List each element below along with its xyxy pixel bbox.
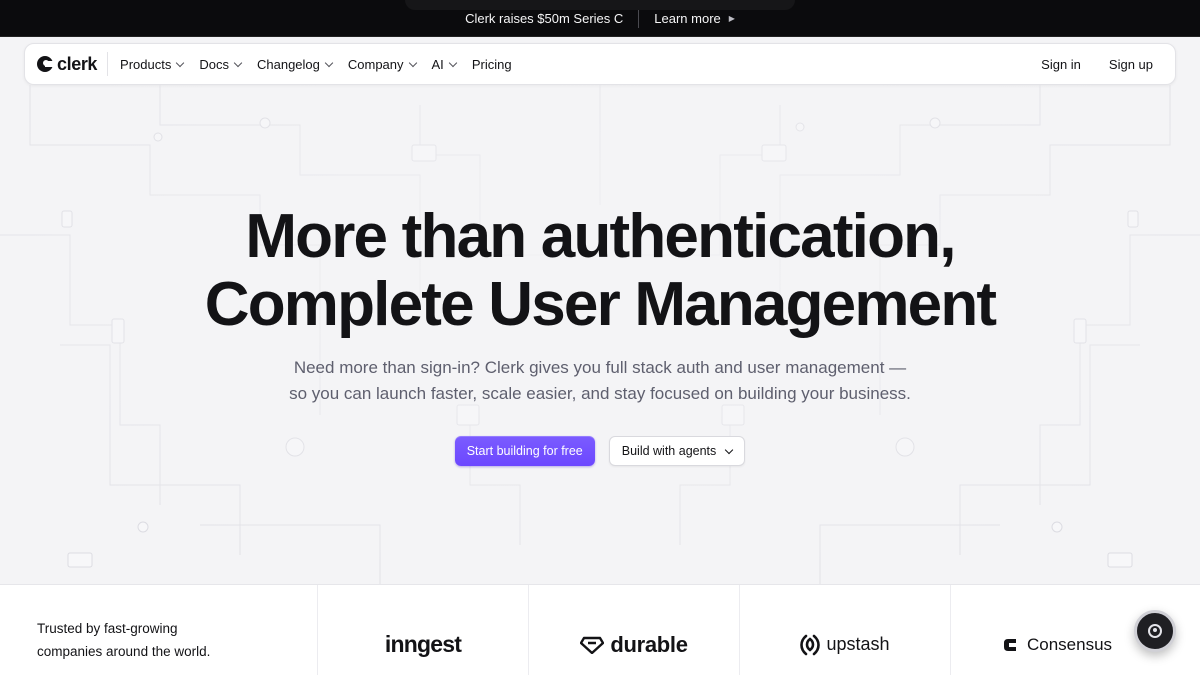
nav-item-docs[interactable]: Docs xyxy=(191,50,249,78)
nav-divider xyxy=(107,52,109,76)
customer-logo-durable: durable xyxy=(529,585,740,675)
durable-wordmark: durable xyxy=(610,631,688,657)
floating-clerk-button[interactable] xyxy=(1134,610,1176,652)
customer-logo-inngest: inngest xyxy=(318,585,529,675)
clerk-logo[interactable]: clerk xyxy=(37,54,107,75)
hero-title-line-1: More than authentication, xyxy=(245,202,956,271)
chevron-down-icon xyxy=(408,58,417,67)
chevron-down-icon xyxy=(725,445,734,454)
clerk-logo-icon xyxy=(1148,624,1162,638)
nav-item-changelog[interactable]: Changelog xyxy=(249,50,340,78)
consensus-c-icon xyxy=(1004,638,1016,651)
trusted-line-1: Trusted by fast-growing xyxy=(37,620,178,636)
nav-item-label: AI xyxy=(431,56,444,72)
hero-subtitle: Need more than sign-in? Clerk gives you … xyxy=(0,355,1200,407)
nav-item-label: Pricing xyxy=(471,56,512,72)
nav-item-ai[interactable]: AI xyxy=(424,50,464,78)
announcement-text: Clerk raises $50m Series C xyxy=(465,11,624,26)
upstash-wordmark: upstash xyxy=(826,634,890,654)
chevron-down-icon xyxy=(448,58,458,67)
hero-title-line-2: Complete User Management xyxy=(204,270,997,339)
sign-up-link[interactable]: Sign up xyxy=(1099,57,1163,72)
build-with-agents-label: Build with agents xyxy=(621,444,717,458)
diamond-icon xyxy=(580,636,605,654)
main-nav: clerk Products Docs Changelog Company AI… xyxy=(24,43,1176,85)
nav-item-label: Products xyxy=(120,56,172,72)
consensus-wordmark: Consensus xyxy=(1027,634,1113,654)
nav-item-label: Docs xyxy=(199,56,229,72)
start-building-label: Start building for free xyxy=(466,444,583,458)
learn-more-label: Learn more xyxy=(654,11,721,26)
hero-subtitle-line-1: Need more than sign-in? Clerk gives you … xyxy=(293,358,907,377)
build-with-agents-button[interactable]: Build with agents xyxy=(608,436,746,466)
nav-item-label: Company xyxy=(347,56,404,72)
trusted-by-strip: Trusted by fast-growing companies around… xyxy=(0,584,1200,675)
nav-item-products[interactable]: Products xyxy=(112,50,191,78)
upstash-spiral-icon xyxy=(800,634,821,655)
inngest-wordmark: inngest xyxy=(384,631,462,657)
chevron-down-icon xyxy=(233,58,243,67)
clerk-logo-text: clerk xyxy=(57,53,98,74)
caret-right-icon: ▶ xyxy=(728,14,735,23)
hero-subtitle-line-2: so you can launch faster, scale easier, … xyxy=(289,384,911,403)
trusted-line-2: companies around the world. xyxy=(37,643,211,659)
hero-cta-row: Start building for free Build with agent… xyxy=(0,436,1200,466)
nav-item-pricing[interactable]: Pricing xyxy=(464,50,520,78)
nav-item-label: Changelog xyxy=(256,56,320,72)
chevron-down-icon xyxy=(176,58,185,67)
announcement-bar: Clerk raises $50m Series C Learn more ▶ xyxy=(0,0,1200,37)
customer-logo-upstash: upstash xyxy=(740,585,951,675)
start-building-button[interactable]: Start building for free xyxy=(454,436,595,466)
nav-item-company[interactable]: Company xyxy=(340,50,424,78)
learn-more-link[interactable]: Learn more ▶ xyxy=(639,11,735,26)
clerk-logo-icon xyxy=(37,56,53,72)
chevron-down-icon xyxy=(324,58,334,67)
hero-title: More than authentication, Complete User … xyxy=(0,203,1200,339)
sign-in-link[interactable]: Sign in xyxy=(1031,57,1091,72)
trusted-by-text: Trusted by fast-growing companies around… xyxy=(0,585,318,675)
